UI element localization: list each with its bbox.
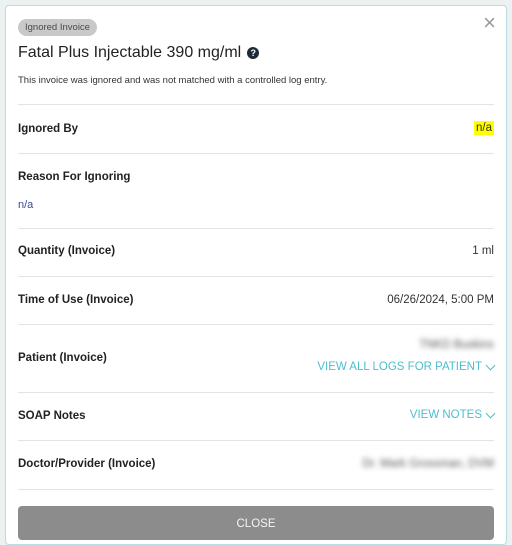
quantity-label: Quantity (Invoice) (18, 245, 116, 257)
divider (18, 153, 494, 154)
doctor-label: Doctor/Provider (Invoice) (18, 458, 156, 470)
divider (18, 392, 494, 393)
patient-value: TNKD Buskins (419, 339, 494, 351)
time-of-use-value: 06/26/2024, 5:00 PM (387, 294, 494, 306)
drug-name: Fatal Plus Injectable 390 mg/ml (18, 44, 242, 61)
ignored-invoice-modal: Ignored Invoice × Fatal Plus Injectable … (5, 5, 507, 545)
modal-subtitle: This invoice was ignored and was not mat… (18, 75, 328, 86)
soap-notes-label: SOAP Notes (18, 410, 86, 422)
close-button[interactable]: CLOSE (18, 506, 494, 540)
divider (18, 489, 494, 490)
ignored-by-highlight: n/a (474, 121, 494, 135)
quantity-value: 1 ml (472, 245, 494, 257)
view-all-logs-link[interactable]: VIEW ALL LOGS FOR PATIENT (317, 360, 496, 373)
doctor-value: Dr. Mark Grossman, DVM (362, 458, 494, 470)
chevron-down-icon (485, 408, 496, 418)
ignored-by-value: n/a (474, 121, 494, 135)
help-icon[interactable]: ? (247, 47, 260, 59)
ignored-by-label: Ignored By (18, 123, 79, 135)
patient-label: Patient (Invoice) (18, 352, 107, 364)
time-of-use-label: Time of Use (Invoice) (18, 294, 134, 306)
view-notes-link[interactable]: VIEW NOTES (409, 408, 496, 421)
view-all-logs-label: VIEW ALL LOGS FOR PATIENT (317, 361, 482, 373)
reason-value: n/a (18, 199, 34, 211)
divider (18, 324, 494, 325)
chevron-down-icon (485, 360, 496, 370)
divider (18, 440, 494, 441)
divider (18, 104, 494, 105)
reason-label: Reason For Ignoring (18, 171, 131, 183)
ignored-invoice-badge: Ignored Invoice (18, 19, 97, 36)
divider (18, 228, 494, 229)
divider (18, 276, 494, 277)
close-icon[interactable]: × (483, 12, 496, 34)
view-notes-label: VIEW NOTES (409, 409, 482, 421)
modal-title: Fatal Plus Injectable 390 mg/ml ? (18, 44, 260, 62)
